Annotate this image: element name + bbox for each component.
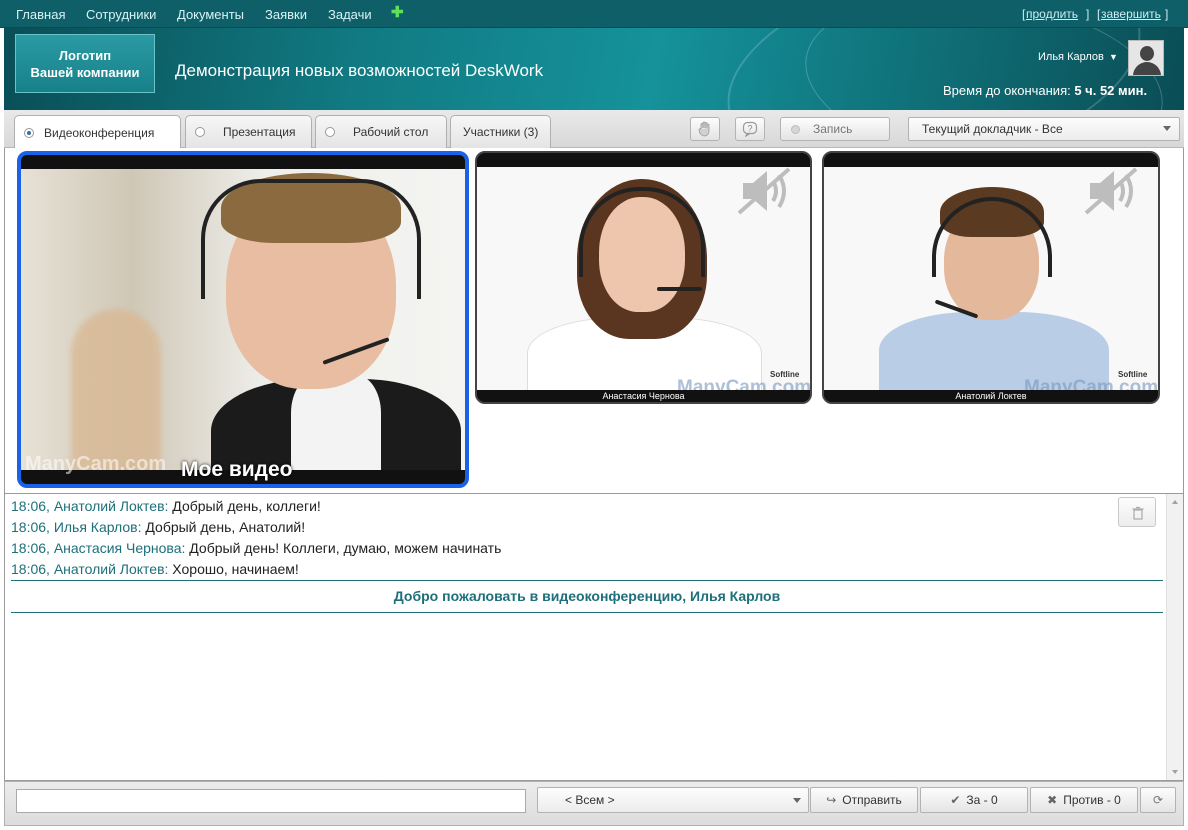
vote-against-button[interactable]: ✖ Против - 0 [1030, 787, 1138, 813]
chat-message-text: Добрый день, коллеги! [168, 498, 321, 514]
bracket: [ [1097, 7, 1101, 21]
time-remaining-label: Время до окончания: [943, 83, 1071, 98]
record-label: Запись [813, 122, 853, 136]
chat-message-text: Хорошо, начинаем! [168, 561, 299, 577]
extend-link[interactable]: продлить [1026, 7, 1078, 21]
nav-item-requests[interactable]: Заявки [265, 7, 307, 22]
refresh-button[interactable]: ⟳ [1140, 787, 1176, 813]
check-icon: ✔ [950, 793, 961, 807]
chat-log: 18:06, Анатолий Локтев: Добрый день, кол… [4, 493, 1184, 781]
reply-icon: ↪ [826, 793, 837, 807]
tab-presentation[interactable]: Презентация [185, 115, 312, 148]
radio-icon [24, 127, 34, 138]
tab-videoconference[interactable]: Видеоконференция [14, 115, 181, 149]
time-remaining: Время до окончания: 5 ч. 52 мин. [943, 83, 1147, 98]
record-button[interactable]: Запись [780, 117, 890, 141]
radio-icon [195, 127, 205, 137]
record-icon [791, 124, 800, 134]
muted-speaker-icon [737, 167, 791, 215]
help-button[interactable]: ? [735, 117, 765, 141]
radio-icon [325, 127, 335, 137]
message-bar: < Всем > ↪ Отправить ✔ За - 0 ✖ Против -… [4, 781, 1184, 826]
current-speaker-select[interactable]: Текущий докладчик - Все [908, 117, 1180, 141]
participant-name: Анастасия Чернова [477, 390, 810, 402]
conference-title: Демонстрация новых возможностей DeskWork [175, 61, 544, 80]
send-button[interactable]: ↪ Отправить [810, 787, 918, 813]
participant-name: Анатолий Локтев [824, 390, 1158, 402]
clear-chat-button[interactable] [1118, 497, 1156, 527]
chat-message-meta: 18:06, Анастасия Чернова: [11, 540, 186, 556]
tab-participants[interactable]: Участники (3) [450, 115, 551, 148]
tab-bar: Видеоконференция Презентация Рабочий сто… [4, 110, 1184, 149]
bracket: [ [1022, 7, 1026, 21]
tab-label: Презентация [223, 125, 296, 139]
vote-for-label: За - 0 [966, 793, 998, 807]
chat-message: 18:06, Илья Карлов: Добрый день, Анатоли… [11, 519, 305, 535]
send-label: Отправить [842, 793, 902, 807]
muted-speaker-icon [1084, 167, 1138, 215]
chat-message-text: Добрый день, Анатолий! [141, 519, 306, 535]
background-person [71, 309, 161, 470]
cross-icon: ✖ [1047, 793, 1058, 807]
headset [201, 179, 421, 299]
participant-video-tile[interactable]: Softline ManyCam.com Анатолий Локтев [822, 151, 1160, 404]
recipient-value: < Всем > [565, 793, 615, 807]
bracket: ] [1086, 7, 1090, 21]
avatar[interactable] [1128, 40, 1164, 76]
nav-item-documents[interactable]: Документы [177, 7, 244, 22]
message-input[interactable] [16, 789, 526, 813]
video-area: ManyCam.com Мое видео Softline ManyCam.c… [4, 148, 1184, 493]
self-video-tile[interactable]: ManyCam.com Мое видео [17, 151, 469, 488]
self-video-label: Мое видео [181, 458, 293, 481]
trash-icon [1132, 506, 1144, 520]
recipient-select[interactable]: < Всем > [537, 787, 809, 813]
scroll-up-icon[interactable] [1172, 500, 1178, 504]
logo-line: Вашей компании [30, 64, 140, 80]
chat-message-meta: 18:06, Анатолий Локтев: [11, 561, 169, 577]
svg-text:?: ? [747, 124, 752, 134]
tab-label: Рабочий стол [353, 125, 429, 139]
tab-label: Видеоконференция [44, 125, 155, 140]
finish-link[interactable]: завершить [1101, 7, 1161, 21]
chevron-down-icon [793, 798, 801, 803]
chat-message-text: Добрый день! Коллеги, думаю, можем начин… [185, 540, 502, 556]
tab-desktop[interactable]: Рабочий стол [315, 115, 447, 148]
vote-against-label: Против - 0 [1063, 793, 1121, 807]
chevron-down-icon[interactable]: ▼ [1109, 52, 1118, 62]
user-menu[interactable]: Илья Карлов [1038, 51, 1104, 63]
nav-item-tasks[interactable]: Задачи [328, 7, 372, 22]
avatar-head [1140, 46, 1154, 61]
top-navigation: Главная Сотрудники Документы Заявки Зада… [0, 0, 1188, 28]
header-banner: Логотип Вашей компании Демонстрация новы… [4, 28, 1184, 110]
participant-video-tile[interactable]: Softline ManyCam.com Анастасия Чернова [475, 151, 812, 404]
avatar-body [1133, 62, 1161, 75]
current-speaker-value: Текущий докладчик - Все [922, 122, 1063, 136]
chevron-down-icon [1163, 126, 1171, 131]
refresh-icon: ⟳ [1152, 793, 1164, 807]
scroll-down-icon[interactable] [1172, 770, 1178, 774]
welcome-message: Добро пожаловать в видеоконференцию, Иль… [11, 580, 1163, 613]
help-icon: ? [742, 121, 758, 137]
chat-scrollbar[interactable] [1166, 494, 1183, 780]
nav-item-home[interactable]: Главная [16, 7, 65, 22]
chat-message: 18:06, Анатолий Локтев: Добрый день, кол… [11, 498, 321, 514]
nav-item-employees[interactable]: Сотрудники [86, 7, 156, 22]
tab-label: Участники (3) [463, 125, 539, 139]
time-remaining-value: 5 ч. 52 мин. [1074, 83, 1148, 98]
self-video-frame [21, 169, 465, 470]
chat-message-meta: 18:06, Анатолий Локтев: [11, 498, 169, 514]
chat-message: 18:06, Анатолий Локтев: Хорошо, начинаем… [11, 561, 299, 577]
logo-line: Логотип [58, 47, 112, 63]
plus-icon[interactable]: ✚ [391, 3, 404, 21]
bracket: ] [1165, 7, 1169, 21]
company-logo[interactable]: Логотип Вашей компании [15, 34, 155, 93]
raise-hand-button[interactable] [690, 117, 720, 141]
chat-message-meta: 18:06, Илья Карлов: [11, 519, 142, 535]
microphone [657, 287, 702, 291]
raise-hand-icon [698, 121, 710, 137]
chat-message: 18:06, Анастасия Чернова: Добрый день! К… [11, 540, 501, 556]
vote-for-button[interactable]: ✔ За - 0 [920, 787, 1028, 813]
watermark: ManyCam.com [25, 453, 167, 475]
